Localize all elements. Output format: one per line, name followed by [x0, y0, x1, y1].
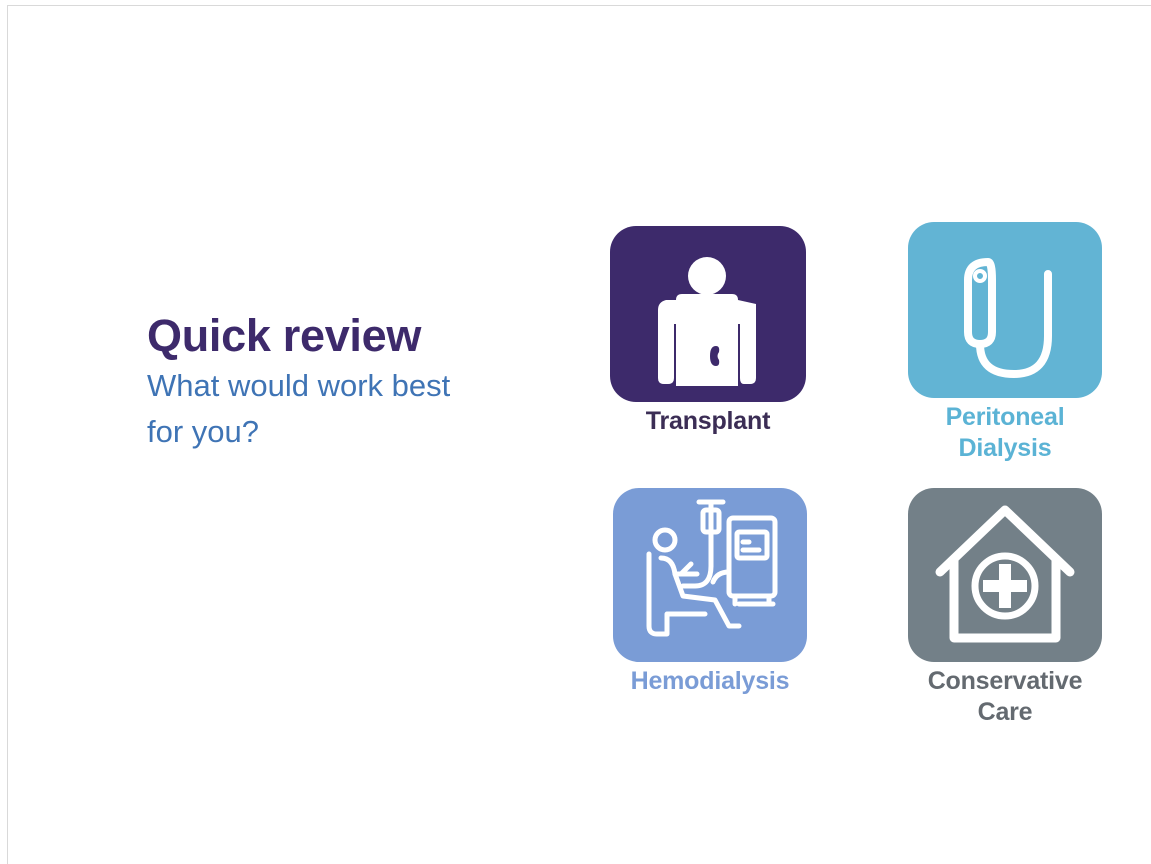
page-subtitle: What would work best for you? [147, 368, 451, 449]
person-kidney-icon [658, 257, 756, 386]
peritoneal-tile-icon-box[interactable] [908, 222, 1102, 398]
peritoneal-label-line1: Peritoneal [945, 403, 1065, 431]
transplant-tile-icon-box[interactable] [610, 226, 806, 402]
heading-block: Quick review What would work best for yo… [147, 309, 507, 455]
catheter-icon [964, 257, 1052, 379]
conservative-tile-icon-box[interactable] [908, 488, 1102, 662]
option-transplant[interactable]: Transplant [608, 226, 808, 437]
option-conservative-care[interactable]: Conservative Care [900, 488, 1110, 728]
hemodialysis-label: Hemodialysis [630, 667, 790, 695]
house-medical-cross-icon [935, 505, 1075, 643]
hemodialysis-tile-icon-box[interactable] [613, 488, 807, 662]
peritoneal-label-line2: Dialysis [958, 434, 1052, 462]
option-peritoneal-dialysis[interactable]: Peritoneal Dialysis [900, 222, 1110, 464]
dialysis-machine-icon [646, 499, 778, 637]
conservative-label: Conservative Care [900, 666, 1110, 728]
conservative-label-line2: Care [977, 698, 1033, 726]
option-hemodialysis[interactable]: Hemodialysis [608, 488, 812, 697]
conservative-label-line1: Conservative [927, 667, 1083, 695]
transplant-label: Transplant [645, 407, 771, 435]
peritoneal-label: Peritoneal Dialysis [900, 402, 1110, 464]
page-title: Quick review [147, 310, 422, 361]
